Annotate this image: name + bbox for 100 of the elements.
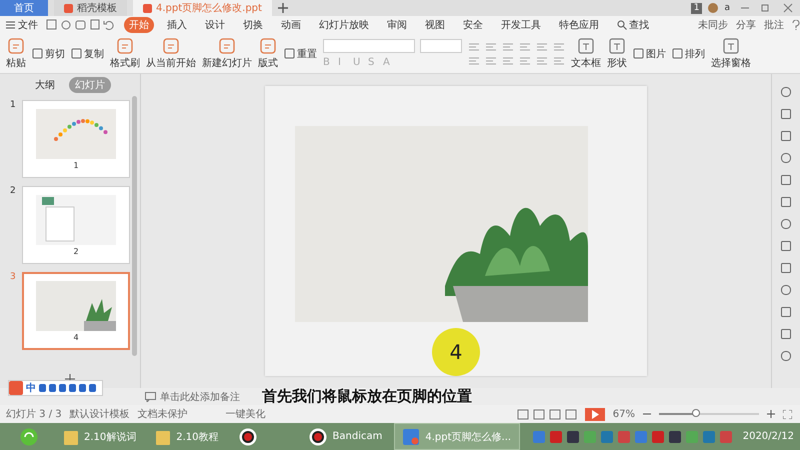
notification-badge[interactable]: 1	[690, 2, 702, 14]
ribbon-button[interactable]: 从当前开始	[146, 37, 196, 70]
comment-icon	[145, 392, 156, 402]
tab-label: 4.ppt页脚怎么修改.ppt	[156, 2, 262, 15]
paragraph-icon[interactable]	[536, 42, 548, 52]
sidebar-tool-icon[interactable]	[780, 152, 792, 164]
ribbon-button[interactable]: 新建幻灯片	[202, 37, 252, 70]
menu-tab[interactable]: 动画	[276, 17, 306, 33]
menu-tab[interactable]: 审阅	[382, 17, 412, 33]
taskbar-item[interactable]: Bandicam	[300, 424, 390, 449]
menu-action[interactable]: 未同步	[698, 18, 728, 32]
paragraph-icon[interactable]	[485, 56, 497, 66]
taskbar-item[interactable]: 2.10教程	[148, 424, 227, 449]
slide-number: 2	[10, 186, 16, 196]
paragraph-icon[interactable]	[468, 42, 480, 52]
document-tab[interactable]: 稻壳模板	[54, 0, 127, 16]
ribbon-button[interactable]: 文本框	[571, 37, 601, 70]
menu-tab[interactable]: 安全	[458, 17, 488, 33]
notes-hint[interactable]: 单击此处添加备注	[160, 390, 240, 404]
quick-access-icon[interactable]	[46, 19, 116, 31]
sidebar-tool-icon[interactable]	[780, 284, 792, 296]
paragraph-icon[interactable]	[468, 56, 480, 66]
panel-tab[interactable]: 大纲	[29, 77, 61, 93]
ribbon-button[interactable]: 粘贴	[6, 37, 26, 70]
new-tab-icon[interactable]	[278, 3, 288, 13]
protection-status[interactable]: 文档未保护	[138, 407, 188, 421]
font-size-field[interactable]	[420, 39, 462, 53]
paragraph-icon[interactable]	[502, 56, 514, 66]
sidebar-tool-icon[interactable]	[780, 306, 792, 318]
system-tray-icons[interactable]	[532, 430, 733, 444]
tool-icon	[32, 48, 43, 59]
menu-action[interactable]: 分享	[736, 18, 756, 32]
zoom-in-icon[interactable]	[767, 410, 775, 418]
clock-date: 2020/2/12	[742, 431, 795, 442]
cursor-highlight	[432, 328, 480, 376]
tool-icon	[217, 37, 237, 55]
taskbar-item[interactable]: 2.10解说词	[56, 424, 144, 449]
zoom-level[interactable]: 67%	[612, 408, 635, 420]
paragraph-icon[interactable]	[502, 42, 514, 52]
ribbon-button[interactable]: 选择窗格	[711, 37, 751, 70]
menu-tab[interactable]: 切换	[238, 17, 268, 33]
sidebar-tool-icon[interactable]	[780, 130, 792, 142]
tool-icon	[6, 37, 26, 55]
sidebar-tool-icon[interactable]	[780, 196, 792, 208]
beautify-button[interactable]: 一键美化	[226, 407, 266, 421]
paragraph-icon[interactable]	[553, 56, 565, 66]
help-icon[interactable]	[792, 20, 800, 30]
slide-number: 3	[10, 272, 16, 282]
menu-tab[interactable]: 视图	[420, 17, 450, 33]
menu-tab[interactable]: 插入	[162, 17, 192, 33]
tool-icon	[721, 37, 741, 55]
menu-tab[interactable]: 幻灯片放映	[314, 17, 374, 33]
sidebar-tool-icon[interactable]	[780, 240, 792, 252]
menu-tab[interactable]: 特色应用	[554, 17, 604, 33]
tool-icon	[576, 37, 596, 55]
input-method-bar[interactable]: 中	[8, 380, 103, 396]
ribbon-button[interactable]: 版式	[258, 37, 278, 70]
sidebar-tool-icon[interactable]	[780, 108, 792, 120]
sidebar-tool-icon[interactable]	[780, 218, 792, 230]
paragraph-icon[interactable]	[519, 56, 531, 66]
paragraph-icon[interactable]	[519, 42, 531, 52]
home-tab[interactable]: 首页	[0, 0, 48, 16]
play-button[interactable]	[584, 408, 605, 420]
sidebar-tool-icon[interactable]	[780, 262, 792, 274]
play-icon	[590, 410, 599, 418]
sidebar-tool-icon[interactable]	[780, 350, 792, 362]
ribbon-button[interactable]: 格式刷	[110, 37, 140, 70]
start-button[interactable]	[20, 428, 38, 446]
sidebar-tool-icon[interactable]	[780, 86, 792, 98]
paragraph-icon[interactable]	[553, 42, 565, 52]
sidebar-tool-icon[interactable]	[780, 174, 792, 186]
paragraph-icon[interactable]	[485, 42, 497, 52]
slide-thumbnail[interactable]: 1	[22, 100, 130, 178]
slide[interactable]: 4	[265, 86, 647, 376]
folder-icon	[156, 428, 170, 444]
font-name-field[interactable]	[323, 39, 415, 53]
tool-icon	[284, 48, 295, 59]
view-icons[interactable]	[516, 408, 577, 420]
fit-icon[interactable]	[783, 410, 792, 418]
file-menu[interactable]: 文件	[6, 18, 38, 32]
menu-tab[interactable]: 设计	[200, 17, 230, 33]
ribbon-button[interactable]: 剪切	[32, 46, 65, 60]
ribbon-button[interactable]: 排列	[672, 46, 705, 60]
ribbon-button[interactable]: 形状	[607, 37, 627, 70]
slide-thumbnail[interactable]: 2	[22, 186, 130, 264]
search-button[interactable]: 查找	[612, 17, 654, 33]
avatar-icon[interactable]	[708, 3, 718, 13]
slide-footer[interactable]: 4	[450, 340, 462, 364]
paragraph-icon[interactable]	[536, 56, 548, 66]
ribbon-button[interactable]: 重置	[284, 46, 317, 60]
template-name[interactable]: 默认设计模板	[70, 407, 130, 421]
slide-count: 幻灯片 3 / 3	[6, 408, 62, 421]
scrollbar[interactable]	[132, 96, 137, 356]
menu-tab[interactable]: 开发工具	[496, 17, 546, 33]
slide-thumbnail[interactable]: 4	[22, 272, 130, 350]
menu-action[interactable]: 批注	[764, 18, 784, 32]
slide-caption: 4	[73, 332, 79, 342]
ribbon-button[interactable]: 复制	[71, 46, 104, 60]
sidebar-tool-icon[interactable]	[780, 328, 792, 340]
ribbon-button[interactable]: 图片	[633, 46, 666, 60]
